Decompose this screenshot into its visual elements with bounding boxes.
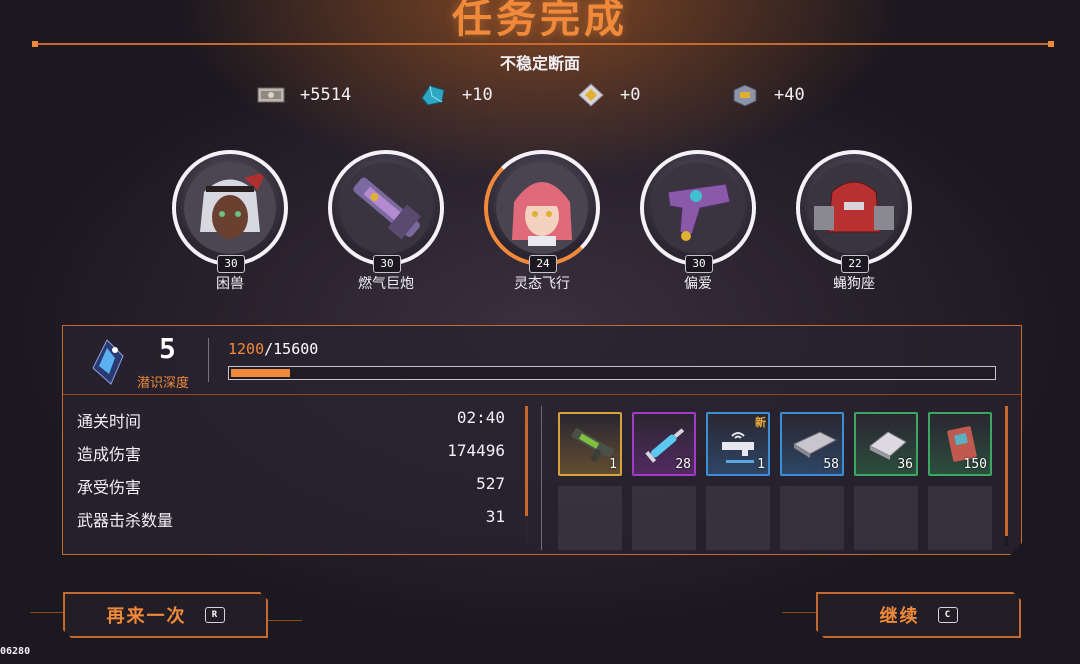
crystal-icon [421, 85, 445, 106]
title-divider [32, 41, 1054, 47]
cannon-weapon-icon [340, 162, 432, 254]
xp-readout: 1200/15600 [228, 340, 318, 358]
xp-total: 15600 [273, 340, 319, 358]
new-badge: 新 [755, 416, 766, 429]
empty-loot-slot [632, 486, 696, 550]
depth-row: 5 潜识深度 1200/15600 [63, 326, 1021, 395]
divider [208, 338, 209, 382]
character-name: 偏爱 [684, 276, 712, 292]
character-name: 困兽 [216, 276, 244, 292]
loot-slot[interactable]: 150 [928, 412, 992, 476]
pistol-weapon-icon [652, 162, 744, 254]
cash-icon [257, 87, 285, 103]
xp-separator: / [264, 340, 274, 358]
circuit-trace [30, 612, 64, 613]
depth-level: 5 [159, 332, 176, 365]
circuit-trace [268, 620, 302, 621]
mission-complete-title: 任务完成 [452, 0, 628, 42]
character-name: 蝇狗座 [833, 276, 875, 292]
stat-damage-taken: 承受伤害 527 [77, 474, 505, 507]
loot-slot[interactable]: 新 1 [706, 412, 770, 476]
level-badge: 30 [373, 255, 401, 273]
reward-gold-gem: +0 [576, 82, 640, 108]
stat-value: 31 [485, 507, 505, 526]
character-list: 30 困兽 30 燃气巨炮 24 灵态飞行 30 偏爱 22 蝇狗座 [0, 150, 1080, 300]
reward-value: +0 [620, 85, 641, 105]
level-badge: 22 [841, 255, 869, 273]
loot-slot[interactable]: 28 [632, 412, 696, 476]
portrait-ring [328, 150, 444, 266]
item-count: 150 [963, 457, 987, 472]
stat-label: 武器击杀数量 [77, 511, 174, 530]
xp-progress-fill [231, 369, 290, 377]
item-count: 58 [823, 457, 839, 472]
mech-portrait-icon [808, 162, 900, 254]
empty-loot-slot [558, 486, 622, 550]
loot-scrollbar[interactable] [1005, 406, 1008, 544]
empty-loot-slot [928, 486, 992, 550]
reward-chip-box: +40 [730, 82, 805, 108]
character-name: 灵态飞行 [514, 276, 570, 292]
character-portrait-icon [496, 162, 588, 254]
stats-list: 通关时间 02:40 造成伤害 174496 承受伤害 527 武器击杀数量 31 [77, 408, 505, 540]
character-name: 燃气巨炮 [358, 276, 414, 292]
portrait-ring [172, 150, 288, 266]
portrait-ring [640, 150, 756, 266]
stat-label: 通关时间 [77, 412, 142, 431]
stats-scrollbar-track [525, 516, 528, 544]
stage-name: 不稳定断面 [499, 54, 580, 73]
continue-key-hint: C [938, 607, 958, 623]
depth-gem-icon [85, 338, 129, 388]
retry-key-hint: R [205, 607, 225, 623]
xp-current: 1200 [228, 340, 265, 358]
reward-crystal: +10 [418, 82, 493, 108]
stat-label: 造成伤害 [77, 445, 142, 464]
circuit-trace [782, 612, 816, 613]
empty-loot-slot [780, 486, 844, 550]
empty-loot-slot [706, 486, 770, 550]
loot-scrollbar-track [1005, 536, 1008, 546]
reward-value: +40 [774, 85, 805, 105]
item-count: 36 [897, 457, 913, 472]
stat-label: 承受伤害 [77, 478, 142, 497]
results-panel: 5 潜识深度 1200/15600 通关时间 02:40 造成伤害 174496 承… [62, 325, 1022, 555]
item-count: 28 [675, 457, 691, 472]
portrait-ring [796, 150, 912, 266]
retry-button[interactable]: 再来一次 R [63, 592, 268, 638]
stat-value: 174496 [447, 441, 505, 460]
chip-box-icon [733, 84, 757, 107]
item-count: 1 [757, 457, 765, 472]
continue-button[interactable]: 继续 C [816, 592, 1021, 638]
reward-value: +5514 [300, 85, 352, 105]
portrait-ring-active [484, 150, 600, 266]
loot-slot[interactable]: 1 [558, 412, 622, 476]
stat-damage-dealt: 造成伤害 174496 [77, 441, 505, 474]
loot-slot[interactable]: 36 [854, 412, 918, 476]
xp-progress-bar [228, 366, 996, 380]
divider [541, 406, 542, 550]
rewards-row: +5514 +10 +0 +40 [0, 82, 1080, 112]
reward-value: +10 [462, 85, 493, 105]
stat-value: 02:40 [456, 408, 505, 427]
stat-value: 527 [476, 474, 505, 493]
stat-weapon-kills: 武器击杀数量 31 [77, 507, 505, 540]
depth-label: 潜识深度 [137, 376, 190, 391]
player-uid: 06280 [0, 646, 31, 657]
empty-loot-slot [854, 486, 918, 550]
stat-clear-time: 通关时间 02:40 [77, 408, 505, 441]
item-count: 1 [609, 457, 617, 472]
character-portrait-icon [184, 162, 276, 254]
gold-gem-icon [578, 83, 604, 107]
reward-cash: +5514 [256, 82, 351, 108]
level-badge: 30 [217, 255, 245, 273]
level-badge: 30 [685, 255, 713, 273]
level-badge: 24 [529, 255, 557, 273]
continue-label: 继续 [879, 606, 920, 627]
retry-label: 再来一次 [106, 606, 187, 627]
loot-slot[interactable]: 58 [780, 412, 844, 476]
